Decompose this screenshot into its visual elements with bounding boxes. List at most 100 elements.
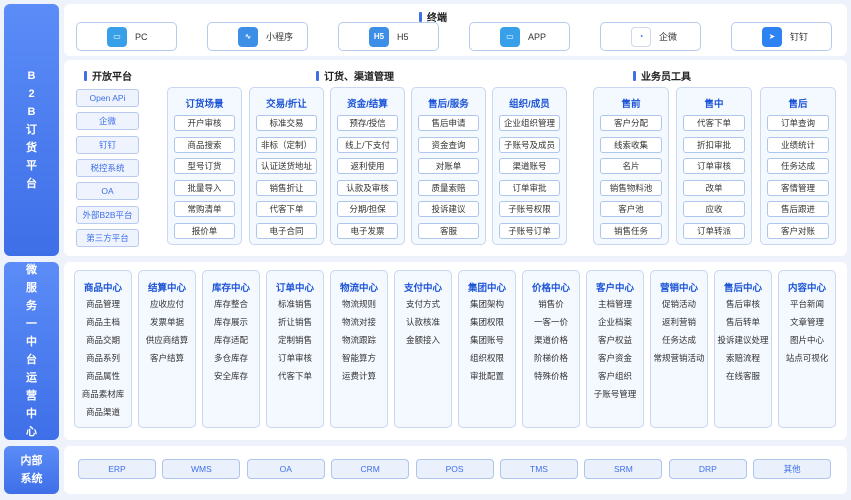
cell-item[interactable]: 代客下单 xyxy=(683,115,745,131)
middle-item[interactable]: 多仓库存 xyxy=(203,352,259,364)
middle-item[interactable]: 组织权限 xyxy=(459,352,515,364)
cell-item[interactable]: 销售折让 xyxy=(256,179,317,196)
cell-item[interactable]: 订单审批 xyxy=(499,179,560,196)
cell-item[interactable]: 返利使用 xyxy=(337,158,398,174)
middle-item[interactable]: 图片中心 xyxy=(779,334,835,346)
middle-item[interactable]: 集团架构 xyxy=(459,298,515,310)
middle-item[interactable]: 支付方式 xyxy=(395,298,451,310)
middle-item[interactable]: 促销活动 xyxy=(651,298,707,310)
open-platform-item[interactable]: 企微 xyxy=(76,112,139,131)
middle-item[interactable]: 集团权限 xyxy=(459,316,515,328)
cell-item[interactable]: 线索收集 xyxy=(600,136,662,153)
cell-item[interactable]: 客服 xyxy=(418,222,479,239)
middle-item[interactable]: 索赔流程 xyxy=(715,352,771,364)
cell-item[interactable]: 渠道账号 xyxy=(499,158,560,174)
middle-item[interactable]: 物流对接 xyxy=(331,316,387,328)
cell-item[interactable]: 认款及审核 xyxy=(337,179,398,196)
terminal-5[interactable]: ➤ 钉钉 xyxy=(731,22,832,51)
cell-item[interactable]: 批量导入 xyxy=(174,179,235,196)
open-platform-item[interactable]: Open APi xyxy=(76,89,139,107)
middle-item[interactable]: 认款核准 xyxy=(395,316,451,328)
middle-item[interactable]: 物流跟踪 xyxy=(331,334,387,346)
middle-item[interactable]: 库存整合 xyxy=(203,298,259,310)
cell-item[interactable]: 销售物料池 xyxy=(600,179,662,196)
middle-item[interactable]: 客户结算 xyxy=(139,352,195,364)
middle-item[interactable]: 主档管理 xyxy=(587,298,643,310)
terminal-1[interactable]: ∿ 小程序 xyxy=(207,22,308,51)
middle-item[interactable]: 任务达成 xyxy=(651,334,707,346)
terminal-2[interactable]: H5 H5 xyxy=(338,22,439,51)
cell-item[interactable]: 子账号及成员 xyxy=(499,136,560,153)
middle-item[interactable]: 发票单据 xyxy=(139,316,195,328)
middle-item[interactable]: 售后转单 xyxy=(715,316,771,328)
cell-item[interactable]: 售后申请 xyxy=(418,115,479,131)
cell-item[interactable]: 非标（定制） xyxy=(256,136,317,153)
middle-item[interactable]: 审批配置 xyxy=(459,370,515,382)
middle-item[interactable]: 商品属性 xyxy=(75,370,131,382)
cell-item[interactable]: 常购清单 xyxy=(174,201,235,217)
middle-item[interactable]: 库存展示 xyxy=(203,316,259,328)
internal-system-item[interactable]: CRM xyxy=(331,459,410,479)
cell-item[interactable]: 客户分配 xyxy=(600,115,662,131)
middle-item[interactable]: 商品主档 xyxy=(75,316,131,328)
cell-item[interactable]: 开户审核 xyxy=(174,115,235,131)
cell-item[interactable]: 报价单 xyxy=(174,222,235,239)
cell-item[interactable]: 销售任务 xyxy=(600,222,662,239)
middle-item[interactable]: 特殊价格 xyxy=(523,370,579,382)
cell-item[interactable]: 标准交易 xyxy=(256,115,317,131)
middle-item[interactable]: 企业档案 xyxy=(587,316,643,328)
middle-item[interactable]: 售后审核 xyxy=(715,298,771,310)
cell-item[interactable]: 客户对账 xyxy=(767,222,829,239)
terminal-0[interactable]: ▭ PC xyxy=(76,22,177,51)
middle-item[interactable]: 客户组织 xyxy=(587,370,643,382)
middle-item[interactable]: 折让销售 xyxy=(267,316,323,328)
cell-item[interactable]: 代客下单 xyxy=(256,201,317,217)
middle-item[interactable]: 商品素材库 xyxy=(75,388,131,400)
terminal-3[interactable]: ▭ APP xyxy=(469,22,570,51)
cell-item[interactable]: 企业组织管理 xyxy=(499,115,560,131)
cell-item[interactable]: 型号订货 xyxy=(174,158,235,174)
cell-item[interactable]: 电子发票 xyxy=(337,222,398,239)
cell-item[interactable]: 名片 xyxy=(600,158,662,174)
middle-item[interactable]: 运费计算 xyxy=(331,370,387,382)
cell-item[interactable]: 子账号订单 xyxy=(499,222,560,239)
internal-system-item[interactable]: POS xyxy=(415,459,494,479)
internal-system-item[interactable]: ERP xyxy=(78,459,156,479)
cell-item[interactable]: 预存/授信 xyxy=(337,115,398,131)
cell-item[interactable]: 任务达成 xyxy=(767,158,829,174)
cell-item[interactable]: 改单 xyxy=(683,179,745,196)
middle-item[interactable]: 代客下单 xyxy=(267,370,323,382)
middle-item[interactable]: 供应商结算 xyxy=(139,334,195,346)
open-platform-item[interactable]: 钉钉 xyxy=(76,135,139,154)
middle-item[interactable]: 订单审核 xyxy=(267,352,323,364)
middle-item[interactable]: 销售价 xyxy=(523,298,579,310)
cell-item[interactable]: 订单查询 xyxy=(767,115,829,131)
cell-item[interactable]: 客户池 xyxy=(600,201,662,217)
middle-item[interactable]: 智能算方 xyxy=(331,352,387,364)
cell-item[interactable]: 资金查询 xyxy=(418,136,479,153)
middle-item[interactable]: 一客一价 xyxy=(523,316,579,328)
internal-system-item[interactable]: 其他 xyxy=(753,459,832,479)
cell-item[interactable]: 折扣审批 xyxy=(683,136,745,153)
internal-system-item[interactable]: OA xyxy=(246,459,325,479)
internal-system-item[interactable]: DRP xyxy=(668,459,747,479)
middle-item[interactable]: 渠道价格 xyxy=(523,334,579,346)
terminal-4[interactable]: ◔ 企微 xyxy=(600,22,701,51)
middle-item[interactable]: 阶梯价格 xyxy=(523,352,579,364)
cell-item[interactable]: 电子合同 xyxy=(256,222,317,239)
cell-item[interactable]: 投诉建议 xyxy=(418,201,479,217)
cell-item[interactable]: 认证送货地址 xyxy=(256,158,317,174)
open-platform-item[interactable]: 外部B2B平台 xyxy=(76,205,139,224)
middle-item[interactable]: 投诉建议处理 xyxy=(715,334,771,346)
cell-item[interactable]: 订单转派 xyxy=(683,222,745,239)
middle-item[interactable]: 库存适配 xyxy=(203,334,259,346)
middle-item[interactable]: 站点可视化 xyxy=(779,352,835,364)
middle-item[interactable]: 集团账号 xyxy=(459,334,515,346)
middle-item[interactable]: 金额接入 xyxy=(395,334,451,346)
middle-item[interactable]: 物流规则 xyxy=(331,298,387,310)
middle-item[interactable]: 常规营销活动 xyxy=(651,352,707,364)
middle-item[interactable]: 商品系列 xyxy=(75,352,131,364)
middle-item[interactable]: 返利营销 xyxy=(651,316,707,328)
internal-system-item[interactable]: WMS xyxy=(162,459,241,479)
middle-item[interactable]: 客户资金 xyxy=(587,352,643,364)
